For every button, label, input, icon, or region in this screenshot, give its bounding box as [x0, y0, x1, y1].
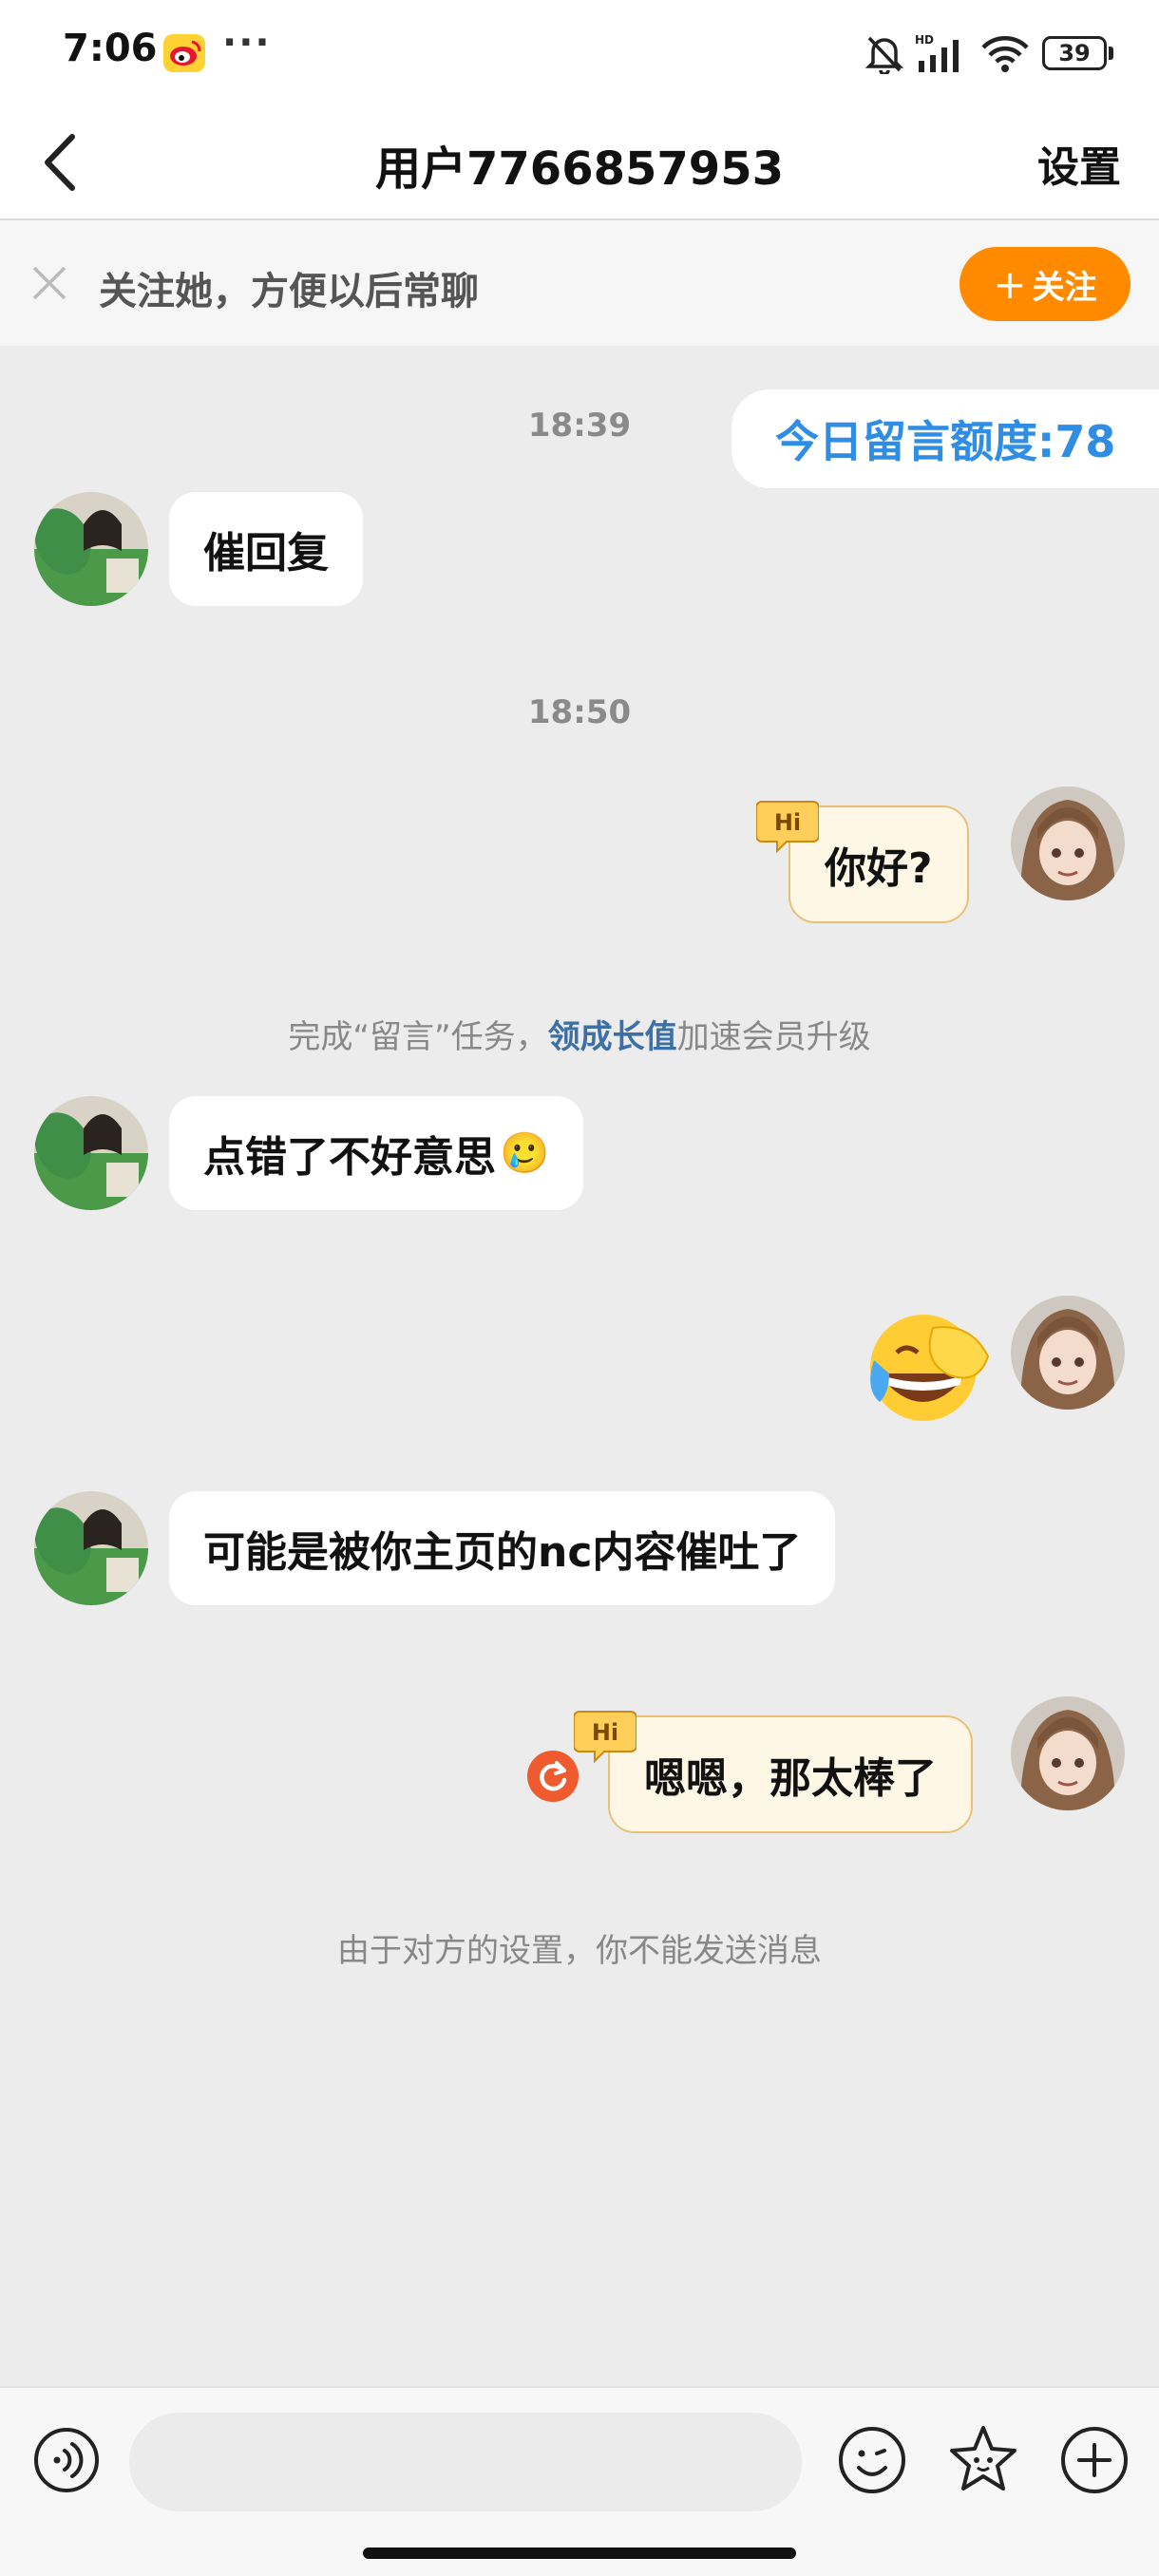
blocked-notice: 由于对方的设置，你不能发送消息	[337, 1932, 822, 1970]
laughing-emoji-sticker	[870, 1315, 990, 1421]
sticker-star-icon[interactable]	[946, 2422, 1020, 2496]
task-note-prefix: 完成“留言”任务，	[288, 1018, 548, 1056]
status-time: 7:06	[63, 27, 158, 70]
system-icons: HD 39	[865, 30, 1113, 76]
signal-icon: HD	[915, 33, 959, 72]
status-bar: 7:06 ··· HD 39	[0, 0, 1159, 104]
plus-icon: +	[993, 260, 1027, 308]
mute-bell-icon	[865, 36, 903, 74]
my-avatar[interactable]	[1011, 1296, 1125, 1410]
contact-avatar-image	[34, 1491, 148, 1605]
follow-prompt-text: 关注她，方便以后常聊	[99, 270, 479, 313]
my-avatar-image	[1011, 786, 1125, 900]
message-bubble-received: 催回复	[169, 492, 363, 606]
follow-button[interactable]: + 关注	[960, 247, 1130, 321]
hi-badge-icon: Hi	[756, 801, 819, 853]
emoji-picker-icon[interactable]	[836, 2424, 908, 2496]
hi-badge-label: Hi	[774, 809, 801, 836]
contact-avatar[interactable]	[34, 1491, 148, 1605]
settings-button[interactable]: 设置	[1037, 133, 1121, 194]
battery-icon: 39	[1042, 36, 1113, 70]
contact-avatar-image	[34, 1096, 148, 1210]
hi-badge-label: Hi	[592, 1719, 618, 1746]
chat-title: 用户7766857953	[375, 142, 784, 196]
growth-value-link[interactable]: 领成长值	[548, 1018, 677, 1056]
task-note-suffix: 加速会员升级	[676, 1018, 871, 1056]
message-input[interactable]	[129, 2413, 802, 2511]
timestamp: 18:39	[527, 407, 632, 445]
task-note: 完成“留言”任务，领成长值加速会员升级	[0, 1011, 1159, 1057]
follow-banner: 关注她，方便以后常聊 + 关注	[0, 220, 1159, 346]
weibo-app-icon	[163, 34, 205, 72]
contact-avatar[interactable]	[34, 492, 148, 606]
my-avatar-image	[1011, 1296, 1125, 1410]
timestamp: 18:50	[527, 693, 632, 731]
more-notifications-icon: ···	[222, 21, 272, 65]
chat-input-bar	[0, 2386, 1159, 2576]
my-avatar-image	[1011, 1696, 1125, 1810]
chat-header: 用户7766857953 设置	[0, 104, 1159, 220]
add-attachment-icon[interactable]	[1058, 2424, 1130, 2496]
network-type-label: HD	[915, 33, 934, 47]
retry-send-icon[interactable]	[526, 1750, 580, 1803]
my-avatar[interactable]	[1011, 786, 1125, 900]
sad-emoji-icon: 🥲	[500, 1129, 550, 1176]
message-quota-badge: 今日留言额度:78	[732, 389, 1159, 488]
message-bubble-sent: 嗯嗯，那太棒了	[608, 1715, 973, 1833]
close-icon[interactable]	[28, 262, 70, 304]
message-bubble-received: 点错了不好意思 🥲	[169, 1096, 584, 1210]
contact-avatar-image	[34, 492, 148, 606]
battery-level: 39	[1042, 36, 1107, 70]
message-bubble-received: 可能是被你主页的nc内容催吐了	[169, 1491, 836, 1605]
message-text: 点错了不好意思	[203, 1133, 496, 1182]
contact-avatar[interactable]	[34, 1096, 148, 1210]
hi-badge-icon: Hi	[574, 1711, 636, 1763]
follow-button-label: 关注	[1032, 268, 1097, 307]
voice-input-icon[interactable]	[32, 2426, 101, 2494]
home-indicator[interactable]	[363, 2548, 796, 2559]
my-avatar[interactable]	[1011, 1696, 1125, 1810]
wifi-icon	[981, 36, 1029, 72]
